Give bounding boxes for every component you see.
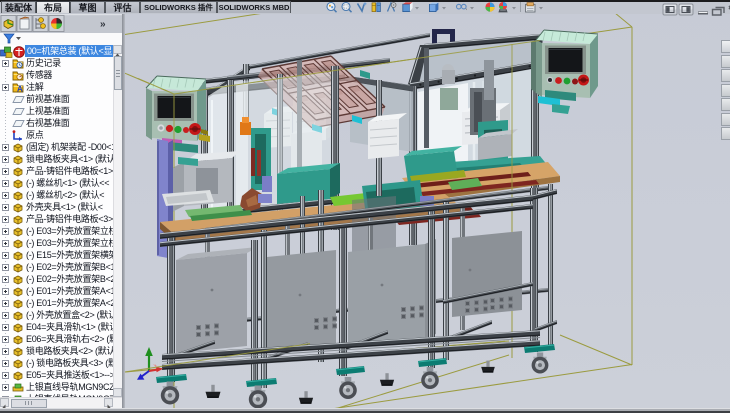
svg-text:»: » [100,19,106,30]
svg-text:A: A [17,84,23,93]
